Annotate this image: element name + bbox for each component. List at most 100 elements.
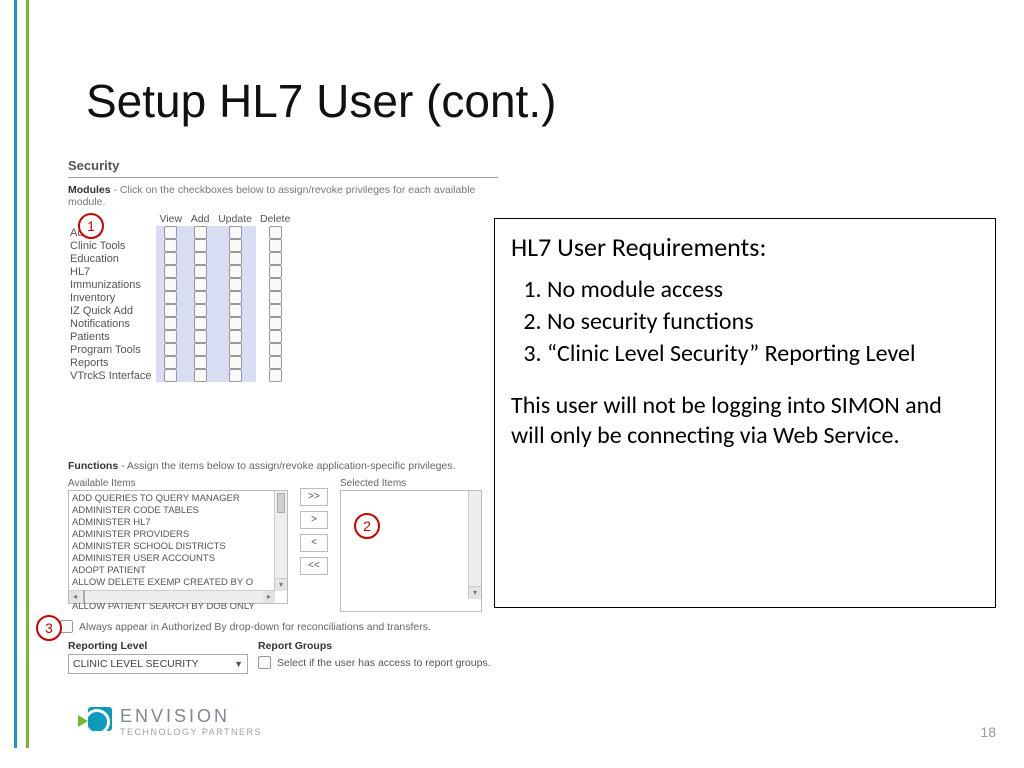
scrollbar-horizontal[interactable]: ◂ ▸ bbox=[69, 590, 275, 603]
table-row: Notifications bbox=[68, 317, 294, 330]
module-checkbox[interactable] bbox=[229, 317, 242, 330]
report-groups-checkbox[interactable] bbox=[258, 656, 271, 669]
chevron-down-icon[interactable]: ▾ bbox=[469, 586, 481, 599]
modules-table: View Add Update Delete AdminClinic Tools… bbox=[68, 212, 294, 382]
report-groups-label: Report Groups bbox=[258, 640, 491, 652]
module-checkbox[interactable] bbox=[164, 356, 177, 369]
list-item[interactable]: ADMINISTER CODE TABLES bbox=[72, 505, 284, 517]
list-item[interactable]: ADMINISTER PROVIDERS bbox=[72, 529, 284, 541]
module-checkbox[interactable] bbox=[229, 330, 242, 343]
list-item[interactable]: ADMINISTER SCHOOL DISTRICTS bbox=[72, 541, 284, 553]
scrollbar-vertical[interactable]: ▾ bbox=[274, 491, 287, 591]
module-checkbox[interactable] bbox=[269, 369, 282, 382]
module-checkbox[interactable] bbox=[269, 317, 282, 330]
module-checkbox[interactable] bbox=[269, 226, 282, 239]
module-name: Inventory bbox=[68, 291, 156, 304]
module-checkbox[interactable] bbox=[194, 304, 207, 317]
module-checkbox[interactable] bbox=[194, 265, 207, 278]
module-checkbox[interactable] bbox=[194, 252, 207, 265]
security-header: Security bbox=[68, 158, 498, 173]
table-row: HL7 bbox=[68, 265, 294, 278]
module-checkbox[interactable] bbox=[164, 239, 177, 252]
module-checkbox[interactable] bbox=[269, 356, 282, 369]
requirements-note: This user will not be logging into SIMON… bbox=[511, 391, 979, 451]
module-checkbox[interactable] bbox=[164, 369, 177, 382]
chevron-right-icon[interactable]: ▸ bbox=[263, 591, 275, 603]
module-checkbox[interactable] bbox=[164, 265, 177, 278]
module-checkbox[interactable] bbox=[269, 343, 282, 356]
module-name: Immunizations bbox=[68, 278, 156, 291]
reporting-level-select[interactable]: CLINIC LEVEL SECURITY ▼ bbox=[68, 654, 248, 674]
annotation-circle-2: 2 bbox=[354, 513, 380, 539]
module-name: HL7 bbox=[68, 265, 156, 278]
scrollbar-vertical[interactable]: ▾ bbox=[468, 491, 481, 599]
selected-items-list[interactable]: ▾ bbox=[340, 490, 482, 612]
module-checkbox[interactable] bbox=[269, 278, 282, 291]
module-checkbox[interactable] bbox=[194, 330, 207, 343]
table-row: IZ Quick Add bbox=[68, 304, 294, 317]
module-checkbox[interactable] bbox=[229, 356, 242, 369]
page-number: 18 bbox=[980, 724, 996, 740]
module-checkbox[interactable] bbox=[229, 304, 242, 317]
move-all-right-button[interactable]: >> bbox=[300, 488, 328, 506]
module-checkbox[interactable] bbox=[229, 239, 242, 252]
module-checkbox[interactable] bbox=[229, 265, 242, 278]
module-checkbox[interactable] bbox=[194, 343, 207, 356]
module-checkbox[interactable] bbox=[269, 252, 282, 265]
chevron-left-icon[interactable]: ◂ bbox=[69, 591, 81, 603]
selected-items-label: Selected Items bbox=[340, 478, 482, 489]
move-right-button[interactable]: > bbox=[300, 511, 328, 529]
col-view: View bbox=[156, 212, 187, 226]
module-checkbox[interactable] bbox=[164, 317, 177, 330]
module-checkbox[interactable] bbox=[164, 304, 177, 317]
col-delete: Delete bbox=[256, 212, 294, 226]
list-item[interactable]: ADMINISTER HL7 bbox=[72, 517, 284, 529]
list-item[interactable]: ADD QUERIES TO QUERY MANAGER bbox=[72, 493, 284, 505]
authorized-by-label: Always appear in Authorized By drop-down… bbox=[79, 621, 431, 633]
chevron-down-icon[interactable]: ▾ bbox=[275, 578, 287, 591]
module-checkbox[interactable] bbox=[194, 356, 207, 369]
module-checkbox[interactable] bbox=[194, 226, 207, 239]
modules-caption: Modules - Click on the checkboxes below … bbox=[68, 184, 498, 208]
slide: Setup HL7 User (cont.) Security Modules … bbox=[0, 0, 1024, 768]
module-checkbox[interactable] bbox=[164, 278, 177, 291]
accent-bars bbox=[14, 0, 34, 748]
table-row: Program Tools bbox=[68, 343, 294, 356]
module-checkbox[interactable] bbox=[164, 252, 177, 265]
move-all-left-button[interactable]: << bbox=[300, 557, 328, 575]
module-checkbox[interactable] bbox=[229, 252, 242, 265]
authorized-by-row: Always appear in Authorized By drop-down… bbox=[60, 620, 431, 633]
module-checkbox[interactable] bbox=[194, 239, 207, 252]
functions-caption: Functions - Assign the items below to as… bbox=[68, 460, 498, 472]
module-checkbox[interactable] bbox=[194, 369, 207, 382]
module-checkbox[interactable] bbox=[269, 330, 282, 343]
report-groups-row: Report Groups Select if the user has acc… bbox=[258, 640, 491, 669]
module-checkbox[interactable] bbox=[269, 304, 282, 317]
module-checkbox[interactable] bbox=[194, 291, 207, 304]
module-checkbox[interactable] bbox=[194, 278, 207, 291]
move-left-button[interactable]: < bbox=[300, 534, 328, 552]
module-checkbox[interactable] bbox=[269, 239, 282, 252]
table-row: Inventory bbox=[68, 291, 294, 304]
table-row: Clinic Tools bbox=[68, 239, 294, 252]
module-checkbox[interactable] bbox=[164, 330, 177, 343]
module-name: Education bbox=[68, 252, 156, 265]
module-checkbox[interactable] bbox=[269, 291, 282, 304]
module-checkbox[interactable] bbox=[229, 226, 242, 239]
module-checkbox[interactable] bbox=[269, 265, 282, 278]
module-checkbox[interactable] bbox=[229, 278, 242, 291]
module-checkbox[interactable] bbox=[164, 343, 177, 356]
module-checkbox[interactable] bbox=[164, 291, 177, 304]
module-checkbox[interactable] bbox=[229, 291, 242, 304]
available-items-list[interactable]: ADD QUERIES TO QUERY MANAGERADMINISTER C… bbox=[68, 490, 288, 604]
module-checkbox[interactable] bbox=[164, 226, 177, 239]
table-row: Education bbox=[68, 252, 294, 265]
list-item[interactable]: ADMINISTER USER ACCOUNTS bbox=[72, 553, 284, 565]
list-item[interactable]: ADOPT PATIENT bbox=[72, 565, 284, 577]
module-checkbox[interactable] bbox=[194, 317, 207, 330]
module-checkbox[interactable] bbox=[229, 343, 242, 356]
list-item[interactable]: ALLOW DELETE EXEMP CREATED BY O bbox=[72, 577, 284, 589]
module-checkbox[interactable] bbox=[229, 369, 242, 382]
footer-logo: ENVISION TECHNOLOGY PARTNERS bbox=[78, 705, 262, 737]
requirement-item: “Clinic Level Security” Reporting Level bbox=[547, 339, 979, 369]
